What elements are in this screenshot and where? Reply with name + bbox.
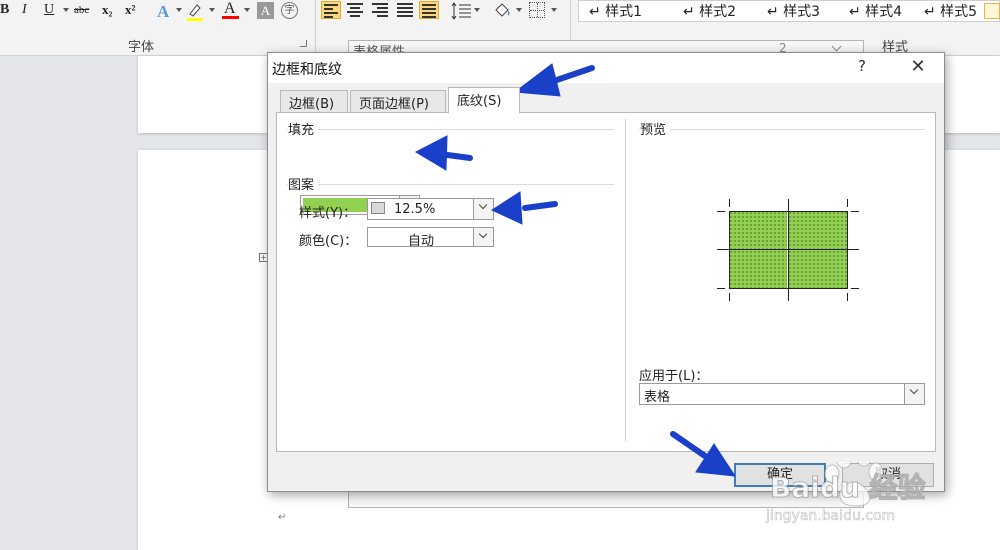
ribbon-separator — [315, 0, 316, 56]
distributed-button[interactable] — [419, 1, 439, 19]
borders-dropdown-icon[interactable] — [551, 8, 557, 12]
char-shading-icon[interactable]: A — [257, 2, 274, 19]
preview-table — [717, 199, 859, 304]
underline-dropdown-icon[interactable] — [63, 8, 69, 12]
highlight-dropdown-icon[interactable] — [209, 8, 215, 12]
preview-tick — [847, 293, 848, 301]
style-item[interactable]: ↵ 样式3 — [767, 1, 820, 21]
borders-icon[interactable] — [529, 2, 545, 18]
preview-border — [788, 199, 789, 301]
pattern-color-dropdown[interactable]: 自动 — [367, 227, 494, 249]
pattern-color-label: 颜色(C)： — [299, 234, 358, 249]
shading-dropdown-icon[interactable] — [516, 8, 522, 12]
style-item-partial[interactable] — [984, 3, 1000, 19]
apply-to-dropdown[interactable]: 表格 — [639, 383, 925, 405]
preview-cell — [729, 211, 787, 249]
superscript-button[interactable]: x² — [125, 2, 135, 20]
chevron-down-icon — [831, 41, 842, 52]
pattern-style-value: 12.5% — [394, 202, 436, 217]
cancel-button[interactable]: 取消 — [842, 463, 934, 487]
preview-tick — [847, 199, 848, 207]
preview-tick — [717, 211, 725, 212]
preview-border — [847, 211, 848, 289]
chevron-down-icon — [478, 200, 488, 210]
borders-and-shading-dialog: 边框和底纹 ? ✕ 边框(B) 页面边框(P) 底纹(S) 填充 图案 样式(Y… — [267, 52, 945, 492]
preview-border — [729, 211, 730, 289]
apply-to-value: 表格 — [644, 390, 671, 405]
preview-tick — [851, 211, 859, 212]
enclose-char-icon[interactable]: 字 — [281, 2, 298, 19]
text-effects-icon[interactable]: A — [157, 2, 169, 21]
help-icon[interactable]: ? — [858, 57, 874, 75]
style-item[interactable]: ↵ 样式5 — [924, 1, 977, 21]
subscript-button[interactable]: x₂ — [102, 2, 112, 20]
section-divider — [287, 129, 614, 130]
dialog-titlebar: 边框和底纹 ? ✕ — [268, 53, 944, 83]
chevron-down-icon — [478, 229, 488, 239]
style-item[interactable]: ↵ 样式2 — [683, 1, 736, 21]
line-spacing-icon[interactable] — [451, 2, 473, 20]
font-color-dropdown-icon[interactable] — [244, 8, 250, 12]
font-dialog-launcher[interactable] — [300, 40, 307, 47]
section-divider — [639, 129, 925, 130]
preview-tick — [729, 293, 730, 301]
strikethrough-button[interactable]: abc — [74, 4, 89, 22]
preview-section-label: 预览 — [640, 119, 671, 138]
pattern-style-label: 样式(Y)： — [299, 206, 357, 221]
section-divider — [287, 184, 614, 185]
tab-page-border[interactable]: 页面边框(P) — [350, 90, 446, 112]
tab-label: 页面边框(P) — [359, 97, 429, 112]
chevron-down-icon — [909, 385, 919, 395]
pattern-section-label: 图案 — [288, 174, 319, 193]
pattern-color-value: 自动 — [407, 234, 434, 249]
preview-tick — [717, 288, 725, 289]
preview-tick — [851, 288, 859, 289]
tab-shading[interactable]: 底纹(S) — [448, 87, 520, 113]
shading-icon[interactable] — [491, 1, 513, 21]
pattern-style-dropdown-button[interactable] — [473, 199, 493, 219]
fill-section-label: 填充 — [288, 119, 319, 138]
underline-button[interactable]: U — [44, 2, 54, 20]
font-color-icon[interactable]: A — [221, 0, 241, 22]
style-item[interactable]: ↵ 样式1 — [589, 1, 642, 21]
preview-cell — [729, 250, 787, 288]
preview-cell — [788, 211, 847, 249]
ok-button[interactable]: 确定 — [734, 463, 826, 487]
styles-gallery[interactable]: ↵ 样式1 ↵ 样式2 ↵ 样式3 ↵ 样式4 ↵ 样式5 — [578, 0, 1000, 22]
align-left-button[interactable] — [321, 1, 341, 19]
line-spacing-dropdown-icon[interactable] — [474, 8, 480, 12]
pattern-color-dropdown-button[interactable] — [473, 228, 493, 246]
justify-button[interactable] — [395, 1, 415, 19]
font-group-label: 字体 — [128, 40, 155, 55]
dialog-title: 边框和底纹 — [272, 62, 342, 78]
italic-button[interactable]: I — [22, 2, 27, 20]
close-icon[interactable]: ✕ — [908, 56, 928, 77]
tab-label: 边框(B) — [289, 97, 335, 112]
pattern-swatch — [371, 202, 385, 214]
paragraph-mark-icon: ↵ — [278, 512, 287, 523]
style-item[interactable]: ↵ 样式4 — [849, 1, 902, 21]
preview-tick — [729, 199, 730, 207]
align-center-button[interactable] — [345, 1, 365, 19]
tab-label: 底纹(S) — [457, 94, 502, 109]
apply-to-dropdown-button[interactable] — [904, 384, 924, 404]
preview-cell — [788, 250, 847, 288]
text-effects-dropdown-icon[interactable] — [176, 8, 182, 12]
bold-button[interactable]: B — [0, 2, 9, 20]
align-right-button[interactable] — [370, 1, 390, 19]
highlight-icon[interactable] — [186, 2, 204, 22]
panel-divider — [625, 119, 626, 441]
pattern-style-dropdown[interactable]: 12.5% — [367, 198, 494, 220]
shading-panel: 填充 图案 样式(Y)： 12.5% 颜色(C)： 自动 预览 应用于(L)： … — [276, 112, 936, 452]
tab-borders[interactable]: 边框(B) — [280, 90, 348, 112]
apply-to-label: 应用于(L)： — [639, 369, 709, 384]
